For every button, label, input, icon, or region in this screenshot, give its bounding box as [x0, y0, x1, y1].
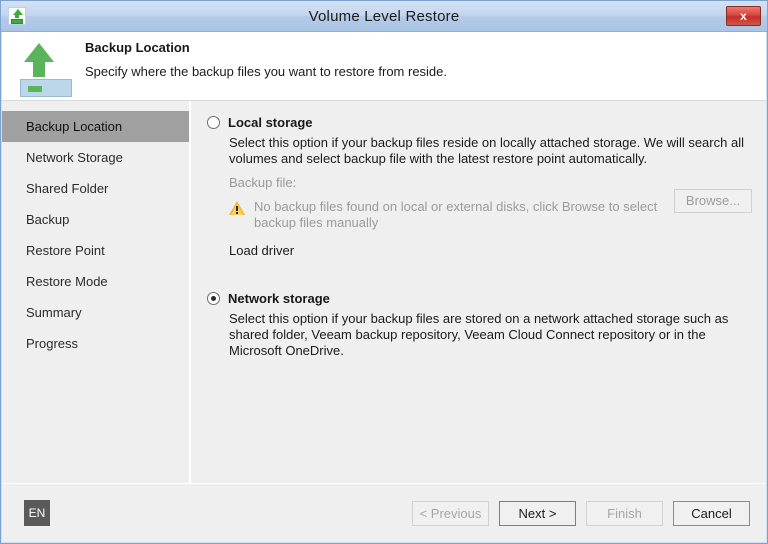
- cancel-button[interactable]: Cancel: [673, 501, 750, 526]
- sidebar-item-shared-folder[interactable]: Shared Folder: [2, 173, 189, 204]
- drive-tray-shape: [20, 79, 72, 97]
- restore-arrow-icon: [14, 35, 76, 97]
- sidebar-item-summary[interactable]: Summary: [2, 297, 189, 328]
- page-subtitle: Specify where the backup files you want …: [85, 64, 447, 79]
- local-storage-radio[interactable]: [207, 116, 220, 129]
- backup-file-label: Backup file:: [229, 175, 752, 190]
- sidebar-item-progress[interactable]: Progress: [2, 328, 189, 359]
- arrow-head-shape: [24, 43, 54, 62]
- next-button[interactable]: Next >: [499, 501, 576, 526]
- warning-triangle-icon: [229, 201, 246, 216]
- local-storage-radio-row[interactable]: Local storage: [207, 115, 752, 130]
- language-badge[interactable]: EN: [24, 500, 50, 526]
- header-text-group: Backup Location Specify where the backup…: [85, 40, 447, 79]
- page-title: Backup Location: [85, 40, 447, 55]
- main-content-panel: Local storage Select this option if your…: [190, 101, 766, 483]
- dialog-body: Backup Location Network Storage Shared F…: [2, 101, 766, 483]
- sidebar-item-backup-location[interactable]: Backup Location: [2, 111, 189, 142]
- footer-button-group: < Previous Next > Finish Cancel: [412, 501, 750, 526]
- network-storage-label[interactable]: Network storage: [228, 291, 330, 306]
- dialog-window: Volume Level Restore x Backup Location S…: [0, 0, 768, 544]
- browse-button: Browse...: [674, 189, 752, 213]
- sidebar-item-backup[interactable]: Backup: [2, 204, 189, 235]
- network-storage-radio[interactable]: [207, 292, 220, 305]
- network-storage-option: Network storage Select this option if yo…: [207, 291, 752, 359]
- title-bar: Volume Level Restore x: [1, 1, 767, 32]
- warning-exclamation-bar: [236, 206, 238, 211]
- previous-button: < Previous: [412, 501, 489, 526]
- window-title: Volume Level Restore: [1, 8, 767, 25]
- arrow-stem-shape: [33, 61, 45, 77]
- finish-button: Finish: [586, 501, 663, 526]
- warning-exclamation-dot: [236, 212, 238, 214]
- sidebar-item-restore-mode[interactable]: Restore Mode: [2, 266, 189, 297]
- dialog-footer: EN < Previous Next > Finish Cancel: [2, 483, 766, 542]
- sidebar-item-restore-point[interactable]: Restore Point: [2, 235, 189, 266]
- sidebar-item-network-storage[interactable]: Network Storage: [2, 142, 189, 173]
- local-storage-option: Local storage Select this option if your…: [207, 115, 752, 260]
- local-storage-label[interactable]: Local storage: [228, 115, 313, 130]
- warning-text: No backup files found on local or extern…: [254, 199, 674, 231]
- drive-led-shape: [28, 86, 42, 92]
- network-storage-radio-row[interactable]: Network storage: [207, 291, 752, 306]
- wizard-header: Backup Location Specify where the backup…: [2, 32, 766, 101]
- local-storage-description: Select this option if your backup files …: [229, 135, 750, 167]
- load-driver-link[interactable]: Load driver: [229, 243, 294, 258]
- close-icon[interactable]: x: [726, 6, 761, 26]
- wizard-steps-sidebar: Backup Location Network Storage Shared F…: [2, 101, 190, 483]
- network-storage-description: Select this option if your backup files …: [229, 311, 750, 359]
